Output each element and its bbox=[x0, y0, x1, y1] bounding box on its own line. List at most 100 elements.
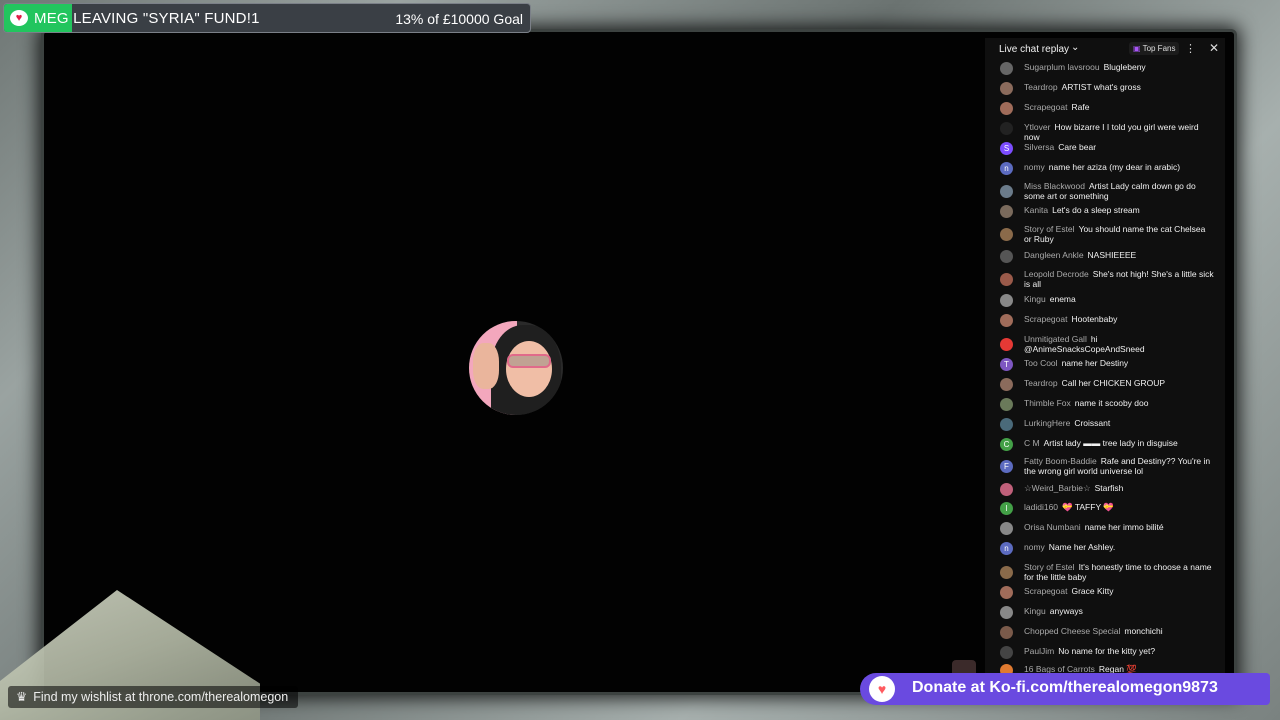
chat-message-text: Kingu anyways bbox=[1024, 606, 1214, 616]
chat-author[interactable]: Teardrop bbox=[1024, 378, 1058, 388]
chat-message: T Too Cool name her Destiny bbox=[985, 358, 1225, 372]
chat-avatar[interactable] bbox=[1000, 378, 1013, 391]
chat-text: name her immo bilité bbox=[1084, 522, 1164, 532]
chat-author[interactable]: Scrapegoat bbox=[1024, 314, 1067, 324]
chat-avatar[interactable] bbox=[1000, 418, 1013, 431]
chat-text: Hootenbaby bbox=[1071, 314, 1118, 324]
chat-avatar[interactable] bbox=[1000, 646, 1013, 659]
chat-avatar[interactable] bbox=[1000, 294, 1013, 307]
top-fans-label: Top Fans bbox=[1142, 44, 1176, 53]
chat-message: Dangleen Ankle NASHIEEEE bbox=[985, 250, 1225, 264]
chat-author[interactable]: ☆Weird_Barbie☆ bbox=[1024, 483, 1091, 493]
chat-header: Live chat replay ⌄ ▣ Top Fans ⋮ ✕ bbox=[985, 38, 1225, 60]
chat-avatar[interactable] bbox=[1000, 338, 1013, 351]
chat-author[interactable]: Sugarplum lavsroou bbox=[1024, 62, 1100, 72]
chat-avatar[interactable] bbox=[1000, 314, 1013, 327]
chat-avatar[interactable] bbox=[1000, 483, 1013, 496]
chat-author[interactable]: Miss Blackwood bbox=[1024, 181, 1085, 191]
chat-avatar[interactable] bbox=[1000, 122, 1013, 135]
chat-author[interactable]: nomy bbox=[1024, 542, 1045, 552]
chat-avatar[interactable] bbox=[1000, 205, 1013, 218]
chat-author[interactable]: C M bbox=[1024, 438, 1040, 448]
chat-text: 💝 TAFFY 💝 bbox=[1062, 502, 1114, 512]
chat-avatar[interactable]: F bbox=[1000, 460, 1013, 473]
chat-avatar[interactable] bbox=[1000, 566, 1013, 579]
chat-avatar[interactable] bbox=[1000, 250, 1013, 263]
chat-title[interactable]: Live chat replay bbox=[999, 44, 1069, 55]
chat-author[interactable]: Silversa bbox=[1024, 142, 1054, 152]
chat-message: Scrapegoat Rafe bbox=[985, 102, 1225, 116]
chat-avatar[interactable] bbox=[1000, 522, 1013, 535]
chat-author[interactable]: Chopped Cheese Special bbox=[1024, 626, 1120, 636]
chat-author[interactable]: Ytlover bbox=[1024, 122, 1050, 132]
chat-message-text: LurkingHere Croissant bbox=[1024, 418, 1214, 428]
more-options-icon[interactable]: ⋮ bbox=[1185, 42, 1196, 55]
goal-title: MEG LEAVING "SYRIA" FUND!1 bbox=[34, 10, 260, 27]
streamer-avatar bbox=[469, 321, 563, 415]
chat-message: n nomy name her aziza (my dear in arabic) bbox=[985, 162, 1225, 176]
chat-message: Ytlover How bizarre I I told you girl wer… bbox=[985, 122, 1225, 142]
chevron-down-icon[interactable]: ⌄ bbox=[1071, 42, 1079, 53]
chat-text: Care bear bbox=[1058, 142, 1097, 152]
chat-message: Sugarplum lavsroou Bluglebeny bbox=[985, 62, 1225, 76]
chat-avatar[interactable]: n bbox=[1000, 162, 1013, 175]
chat-message-text: Kingu enema bbox=[1024, 294, 1214, 304]
chat-author[interactable]: Leopold Decrode bbox=[1024, 269, 1089, 279]
chat-avatar[interactable] bbox=[1000, 398, 1013, 411]
chat-avatar[interactable] bbox=[1000, 228, 1013, 241]
chat-author[interactable]: LurkingHere bbox=[1024, 418, 1070, 428]
chat-message: Leopold Decrode She's not high! She's a l… bbox=[985, 269, 1225, 291]
chat-text: How bizarre I I told you girl were weird… bbox=[1024, 122, 1199, 142]
chat-author[interactable]: Fatty Boom-Baddie bbox=[1024, 456, 1097, 466]
chat-avatar[interactable] bbox=[1000, 586, 1013, 599]
chat-avatar[interactable]: l bbox=[1000, 502, 1013, 515]
chat-avatar[interactable] bbox=[1000, 273, 1013, 286]
chat-text: ARTIST what's gross bbox=[1061, 82, 1141, 92]
chat-avatar[interactable]: C bbox=[1000, 438, 1013, 451]
chat-avatar[interactable]: S bbox=[1000, 142, 1013, 155]
chat-text: Grace Kitty bbox=[1071, 586, 1114, 596]
chat-message: n nomy Name her Ashley. bbox=[985, 542, 1225, 556]
chat-avatar[interactable] bbox=[1000, 82, 1013, 95]
chat-author[interactable]: Teardrop bbox=[1024, 82, 1058, 92]
chat-author[interactable]: nomy bbox=[1024, 162, 1045, 172]
chat-text: Name her Ashley. bbox=[1048, 542, 1116, 552]
chat-avatar[interactable] bbox=[1000, 102, 1013, 115]
chat-avatar[interactable] bbox=[1000, 185, 1013, 198]
chat-author[interactable]: ladidi160 bbox=[1024, 502, 1058, 512]
chat-author[interactable]: Dangleen Ankle bbox=[1024, 250, 1084, 260]
chat-avatar[interactable] bbox=[1000, 626, 1013, 639]
chat-author[interactable]: Thimble Fox bbox=[1024, 398, 1071, 408]
close-icon[interactable]: ✕ bbox=[1209, 41, 1219, 55]
top-fans-button[interactable]: ▣ Top Fans bbox=[1129, 42, 1180, 55]
chat-text: Let's do a sleep stream bbox=[1052, 205, 1140, 215]
chat-author[interactable]: Too Cool bbox=[1024, 358, 1058, 368]
chat-message-text: Dangleen Ankle NASHIEEEE bbox=[1024, 250, 1214, 260]
donate-banner[interactable]: ♥ Donate at Ko-fi.com/therealomegon9873 bbox=[860, 673, 1270, 705]
chat-message-text: Thimble Fox name it scooby doo bbox=[1024, 398, 1214, 408]
top-fans-icon: ▣ bbox=[1133, 44, 1141, 53]
chat-text: name it scooby doo bbox=[1074, 398, 1149, 408]
heart-cup-icon: ♥ bbox=[10, 10, 28, 26]
chat-message: Miss Blackwood Artist Lady calm down go d… bbox=[985, 181, 1225, 203]
chat-avatar[interactable]: T bbox=[1000, 358, 1013, 371]
chat-author[interactable]: Scrapegoat bbox=[1024, 102, 1067, 112]
chat-author[interactable]: Kingu bbox=[1024, 294, 1046, 304]
live-chat-panel: Live chat replay ⌄ ▣ Top Fans ⋮ ✕ Sugarpl… bbox=[985, 38, 1225, 674]
chat-author[interactable]: Unmitigated Gall bbox=[1024, 334, 1087, 344]
chat-avatar[interactable] bbox=[1000, 606, 1013, 619]
chat-author[interactable]: Kanita bbox=[1024, 205, 1048, 215]
chat-text: name her aziza (my dear in arabic) bbox=[1048, 162, 1181, 172]
chat-author[interactable]: Story of Estel bbox=[1024, 224, 1075, 234]
chat-avatar[interactable]: n bbox=[1000, 542, 1013, 555]
chat-author[interactable]: Scrapegoat bbox=[1024, 586, 1067, 596]
chat-author[interactable]: PaulJim bbox=[1024, 646, 1054, 656]
chat-message: Story of Estel You should name the cat Ch… bbox=[985, 224, 1225, 246]
chat-text: NASHIEEEE bbox=[1087, 250, 1137, 260]
chat-message-text: ☆Weird_Barbie☆ Starfish bbox=[1024, 483, 1214, 493]
chat-author[interactable]: Kingu bbox=[1024, 606, 1046, 616]
chat-author[interactable]: Story of Estel bbox=[1024, 562, 1075, 572]
chat-author[interactable]: Orisa Numbani bbox=[1024, 522, 1081, 532]
crown-icon: ♛ bbox=[16, 690, 28, 704]
chat-avatar[interactable] bbox=[1000, 62, 1013, 75]
